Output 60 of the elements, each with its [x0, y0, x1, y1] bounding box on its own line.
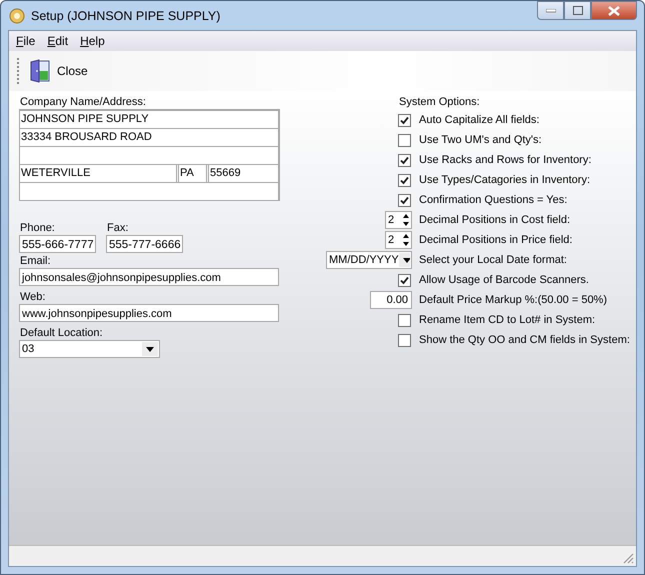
maximize-icon	[572, 6, 582, 15]
option-label: Use Two UM's and Qty's:	[419, 134, 542, 146]
phone-label: Phone:	[20, 221, 56, 235]
option-label: Rename Item CD to Lot# in System:	[419, 314, 596, 326]
date-format-dropdown[interactable]: MM/DD/YYYY	[326, 251, 412, 269]
city-field[interactable]: WETERVILLE	[19, 164, 177, 183]
system-options-label: System Options:	[399, 95, 481, 109]
toolbar-grip[interactable]	[17, 58, 21, 84]
email-field[interactable]: johnsonsales@johnsonpipesupplies.com	[19, 268, 279, 286]
option-label: Confirmation Questions = Yes:	[419, 194, 568, 206]
option-label: Decimal Positions in Price field:	[419, 234, 572, 246]
web-field[interactable]: www.johnsonpipesupplies.com	[19, 304, 279, 322]
door-icon	[29, 59, 51, 83]
close-icon	[608, 6, 620, 16]
option-label: Show the Qty OO and CM fields in System:	[419, 334, 630, 346]
checkbox[interactable]	[398, 174, 411, 186]
checkbox[interactable]	[398, 154, 411, 166]
state-field[interactable]: PA	[178, 164, 207, 183]
address-field[interactable]	[19, 182, 279, 201]
option-label: Use Racks and Rows for Inventory:	[419, 154, 592, 166]
zip-field[interactable]: 55669	[208, 164, 279, 183]
option-label: Use Types/Catagories in Inventory:	[419, 174, 590, 186]
window-title: Setup (JOHNSON PIPE SUPPLY)	[31, 8, 220, 22]
web-label: Web:	[20, 290, 46, 304]
email-label: Email:	[20, 254, 51, 268]
spin-arrows-icon	[401, 212, 411, 228]
address-field[interactable]: JOHNSON PIPE SUPPLY	[19, 110, 279, 129]
checkbox[interactable]	[398, 274, 411, 286]
markup-field[interactable]: 0.00	[370, 291, 412, 309]
app-icon	[9, 8, 25, 24]
option-label: Allow Usage of Barcode Scanners.	[419, 274, 589, 286]
spinner-field[interactable]: 2	[385, 231, 412, 249]
close-toolbar-button[interactable]: Close	[25, 57, 92, 85]
menu-item[interactable]: Edit	[43, 34, 72, 48]
minimize-button[interactable]	[537, 1, 564, 20]
phone-field[interactable]: 555-666-7777	[19, 235, 96, 253]
address-field[interactable]	[19, 146, 279, 165]
fax-label: Fax:	[107, 221, 130, 235]
spin-arrows-icon	[401, 232, 411, 248]
option-label: Default Price Markup %:(50.00 = 50%)	[419, 294, 608, 306]
maximize-button[interactable]	[564, 1, 591, 20]
location-label: Default Location:	[20, 326, 103, 340]
company-label: Company Name/Address:	[20, 95, 146, 109]
spinner-field[interactable]: 2	[385, 211, 412, 229]
fax-field[interactable]: 555-777-6666	[106, 235, 183, 253]
resize-grip-icon[interactable]	[622, 552, 634, 564]
location-dropdown[interactable]: 03	[19, 340, 160, 358]
address-field[interactable]: 33334 BROUSARD ROAD	[19, 128, 279, 147]
minimize-icon	[546, 8, 556, 12]
menu-item[interactable]: Help	[76, 34, 109, 48]
checkbox[interactable]	[398, 314, 411, 326]
checkbox[interactable]	[398, 194, 411, 206]
checkbox[interactable]	[398, 334, 411, 346]
checkbox[interactable]	[398, 134, 411, 146]
close-button[interactable]	[591, 1, 637, 20]
option-label: Select your Local Date format:	[419, 254, 567, 266]
checkbox[interactable]	[398, 114, 411, 126]
menu-item[interactable]: File	[12, 34, 40, 48]
option-label: Auto Capitalize All fields:	[419, 114, 540, 126]
option-label: Decimal Positions in Cost field:	[419, 214, 570, 226]
